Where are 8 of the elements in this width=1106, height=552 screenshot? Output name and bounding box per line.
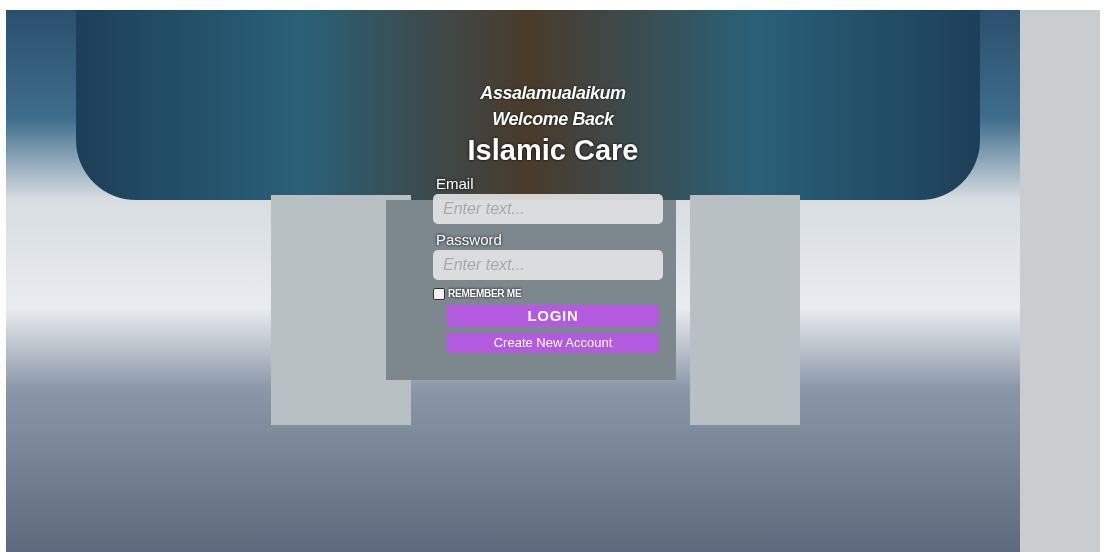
greeting-text: Assalamualaikum <box>480 82 626 105</box>
field-label: Email <box>435 174 475 194</box>
app-title: Islamic Care <box>467 133 639 168</box>
create-account-button[interactable]: Create New Account <box>447 333 659 353</box>
remember-me-label: REMEMBER ME <box>448 287 522 301</box>
field-label: Password <box>435 230 503 250</box>
subtitle-text: Welcome Back <box>492 108 614 131</box>
login-button[interactable]: LOGIN <box>447 305 659 327</box>
